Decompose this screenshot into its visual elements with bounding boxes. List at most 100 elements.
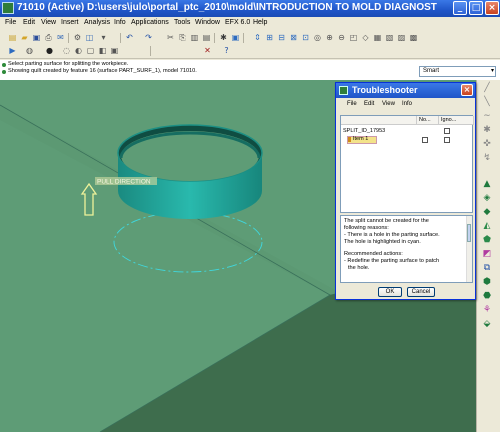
wireframe-icon[interactable]: ▶ <box>8 46 17 55</box>
note-checkbox-item[interactable] <box>422 137 428 143</box>
menu-edit[interactable]: Edit <box>23 19 35 26</box>
detail-line: following reasons: <box>344 225 389 231</box>
layer-icon[interactable]: ▨ <box>397 33 406 42</box>
volume-split-icon[interactable]: ⧉ <box>481 262 493 273</box>
box-icon[interactable]: ▢ <box>86 46 95 55</box>
repaint-icon[interactable]: ◎ <box>313 33 322 42</box>
zoom-in-icon[interactable]: ⊕ <box>325 33 334 42</box>
mold-opening-icon[interactable]: ⬣ <box>481 290 493 301</box>
maximize-button[interactable]: □ <box>469 1 483 15</box>
undo-icon[interactable]: ↶ <box>125 33 134 42</box>
regenerate-icon[interactable]: ⚙ <box>73 33 82 42</box>
new-file-icon[interactable]: ▤ <box>8 33 17 42</box>
dialog-title-bar: Troubleshooter × <box>336 83 475 98</box>
tree-node-item[interactable]: Item 1 <box>353 136 368 142</box>
print-icon[interactable]: ⎙ <box>44 33 53 42</box>
cube-icon[interactable]: ◧ <box>98 46 107 55</box>
menu-analysis[interactable]: Analysis <box>84 19 110 26</box>
datum-axis-icon[interactable]: ╲ <box>481 96 493 107</box>
csys-icon[interactable]: ✜ <box>481 138 493 149</box>
paste-icon[interactable]: ▥ <box>190 33 199 42</box>
dialog-menu-file[interactable]: File <box>347 101 357 107</box>
frame-icon[interactable]: ▣ <box>110 46 119 55</box>
hidden-line-icon[interactable]: ◍ <box>25 46 34 55</box>
redo-icon[interactable]: ↷ <box>144 33 153 42</box>
details-scroll-thumb[interactable] <box>467 224 471 242</box>
view-manager-icon[interactable]: ▧ <box>385 33 394 42</box>
ignore-checkbox-parent[interactable] <box>444 128 450 134</box>
sketch-icon[interactable]: ∼ <box>481 110 493 121</box>
find-icon[interactable]: ▣ <box>231 33 240 42</box>
menu-insert[interactable]: Insert <box>61 19 79 26</box>
menu-efx[interactable]: EFX 6.0 <box>225 19 250 26</box>
ignore-checkbox-item[interactable] <box>444 137 450 143</box>
split-volume-icon[interactable]: ⬟ <box>481 234 493 245</box>
message-line: Select parting surface for splitting the… <box>8 61 129 67</box>
minimize-button[interactable]: _ <box>453 1 467 15</box>
pull-direction-label: PULL DIRECTION <box>97 179 151 186</box>
troubleshooter-dialog: Troubleshooter × File Edit View Info No.… <box>335 82 476 300</box>
spin-center-icon[interactable]: ◐ <box>74 46 83 55</box>
close-button[interactable]: × <box>485 1 499 15</box>
shrinkage-icon[interactable]: ◈ <box>481 192 493 203</box>
ok-button[interactable]: OK <box>378 287 402 297</box>
csys-display-icon[interactable]: ⊡ <box>301 33 310 42</box>
cancel-button[interactable]: Cancel <box>407 287 435 297</box>
curve-icon[interactable]: ↯ <box>481 152 493 163</box>
whats-this-icon[interactable]: ? <box>222 46 231 55</box>
warning-icon <box>348 137 351 142</box>
point-display-icon[interactable]: ⊠ <box>289 33 298 42</box>
separator <box>120 33 121 43</box>
menu-applications[interactable]: Applications <box>131 19 169 26</box>
dialog-menu-edit[interactable]: Edit <box>364 101 374 107</box>
detail-line: The split cannot be created for the <box>344 218 429 224</box>
tree-node-split[interactable]: SPLIT_ID_17953 <box>343 128 385 134</box>
toolbar-area: ▤ ▰ ▣ ⎙ ✉ ⚙ ◫ ▾ ↶ ↷ ✂ ⎘ ▥ ▤ ✱ ▣ ⇕ ⊞ ⊟ ⊠ … <box>0 30 500 59</box>
menu-window[interactable]: Window <box>195 19 220 26</box>
no-hidden-icon[interactable]: ◌ <box>62 46 71 55</box>
zoom-out-icon[interactable]: ⊖ <box>337 33 346 42</box>
save-icon[interactable]: ▣ <box>32 33 41 42</box>
copy-icon[interactable]: ⎘ <box>178 33 187 42</box>
cut-icon[interactable]: ✂ <box>166 33 175 42</box>
parting-surface-icon[interactable]: ◭ <box>481 220 493 231</box>
workpiece-icon[interactable]: ◆ <box>481 206 493 217</box>
molding-icon[interactable]: ⬢ <box>481 276 493 287</box>
message-bullet-icon <box>2 70 6 74</box>
waterline-icon[interactable]: ⬙ <box>481 318 493 329</box>
troubleshooter-tree[interactable]: No... Igno... SPLIT_ID_17953 Item 1 <box>340 115 474 213</box>
selection-filter[interactable]: Smart ▾ <box>419 66 496 77</box>
appearance-icon[interactable]: ▩ <box>409 33 418 42</box>
model-tree-icon[interactable]: ◫ <box>85 33 94 42</box>
menu-file[interactable]: File <box>5 19 16 26</box>
mold-layout-icon[interactable]: ▲ <box>481 178 493 189</box>
column-header-ignore[interactable]: Igno... <box>439 116 474 125</box>
dialog-close-button[interactable]: × <box>461 84 473 96</box>
refit-icon[interactable]: ⇕ <box>253 33 262 42</box>
open-folder-icon[interactable]: ▰ <box>20 33 29 42</box>
zoom-fit-icon[interactable]: ◰ <box>349 33 358 42</box>
shading-icon[interactable]: ● <box>45 46 54 55</box>
axis-display-icon[interactable]: ⊟ <box>277 33 286 42</box>
saved-views-icon[interactable]: ▦ <box>373 33 382 42</box>
orient-icon[interactable]: ◇ <box>361 33 370 42</box>
runner-icon[interactable]: ⚘ <box>481 304 493 315</box>
send-mail-icon[interactable]: ✉ <box>56 33 65 42</box>
layers-icon[interactable]: ▾ <box>99 33 108 42</box>
dialog-menu-info[interactable]: Info <box>402 101 412 107</box>
dialog-menu-view[interactable]: View <box>382 101 395 107</box>
regen-manager-icon[interactable]: ✱ <box>219 33 228 42</box>
datum-point-icon[interactable]: ✱ <box>481 124 493 135</box>
datum-display-icon[interactable]: ⊞ <box>265 33 274 42</box>
paste-special-icon[interactable]: ▤ <box>202 33 211 42</box>
separator <box>68 33 69 43</box>
column-header-item <box>341 116 417 125</box>
menu-help[interactable]: Help <box>253 19 267 26</box>
menu-tools[interactable]: Tools <box>174 19 190 26</box>
column-header-note[interactable]: No... <box>417 116 439 125</box>
datum-plane-icon[interactable]: ╱ <box>481 82 493 93</box>
menu-info[interactable]: Info <box>114 19 126 26</box>
mold-component-icon[interactable]: ◩ <box>481 248 493 259</box>
smart-select-icon[interactable]: ✕ <box>203 46 212 55</box>
menu-view[interactable]: View <box>41 19 56 26</box>
